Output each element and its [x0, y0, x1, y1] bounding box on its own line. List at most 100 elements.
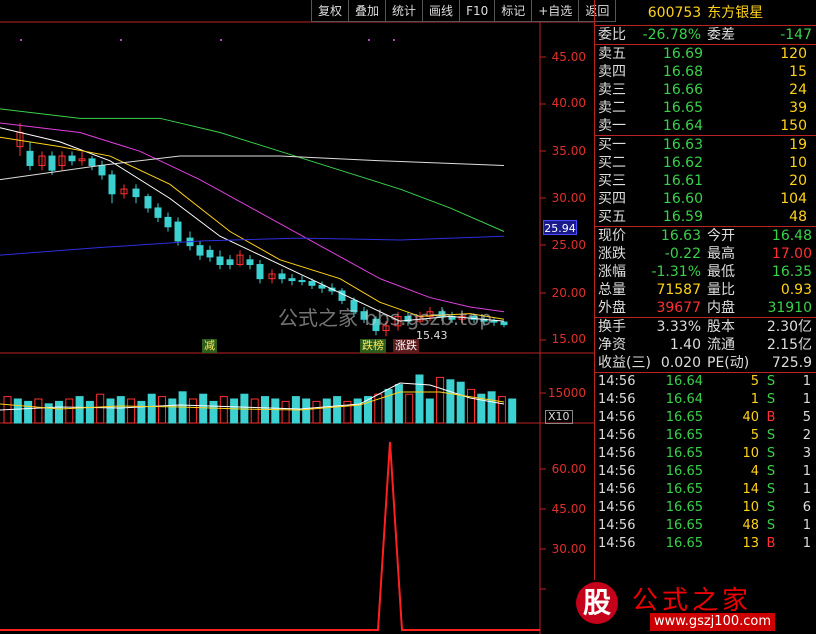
- bid-label: 买五: [598, 209, 626, 225]
- ask-volume: 120: [780, 46, 807, 62]
- candle-body: [174, 221, 182, 242]
- bid-row[interactable]: 买三 16.61 20: [595, 172, 816, 190]
- stat-label: 涨幅: [598, 264, 626, 280]
- volume-unit-badge: X10: [545, 410, 573, 424]
- stat-label: 今开: [707, 228, 735, 244]
- price-axis-tick: 20.00: [551, 286, 586, 300]
- indicator-line: [0, 441, 540, 631]
- change-value: -0.22: [664, 246, 701, 262]
- ask-row[interactable]: 卖三 16.66 24: [595, 81, 816, 99]
- tick-count: 3: [802, 446, 811, 461]
- candle-body: [298, 280, 306, 283]
- volume-bar: [467, 388, 475, 424]
- indicator-axis-tick: 60.00: [551, 462, 586, 476]
- volume-bar: [446, 379, 455, 424]
- tick-count: 1: [802, 482, 811, 497]
- tick-count: 1: [802, 518, 811, 533]
- draw-line-button[interactable]: 画线: [423, 0, 461, 22]
- bid-row[interactable]: 买五 16.59 48: [595, 208, 816, 226]
- change-percent-value: -1.31%: [651, 264, 701, 280]
- quote-panel: 600753 东方银星 委比 -26.78% 委差 -147 卖五 16.69 12…: [594, 0, 816, 634]
- bid-price: 16.63: [662, 137, 703, 153]
- ask-row[interactable]: 卖一 16.64 150: [595, 117, 816, 135]
- kline-chart-area[interactable]: 复权 叠加 统计 画线 F10 标记 +自选 返回 45.00 40.00 35…: [0, 0, 617, 634]
- stats2-list: 换手 3.33% 股本 2.30亿 净资 1.40 流通 2.15亿 收益(三) 0.020 P…: [595, 318, 816, 372]
- volume-ratio-value: 0.93: [780, 282, 812, 298]
- volume-bar: [75, 396, 84, 424]
- volume-bar: [415, 374, 424, 424]
- volume-bar: [456, 381, 465, 424]
- tick-time: 14:56: [598, 500, 636, 515]
- ask-list: 卖五 16.69 120 卖四 16.68 15 卖三 16.66 24 卖二 16.65 39…: [595, 45, 816, 135]
- tick-side: S: [766, 500, 776, 515]
- tick-count: 1: [802, 464, 811, 479]
- volume-bar: [65, 398, 74, 424]
- stats-row: 涨跌 -0.22 最高 17.00: [595, 245, 816, 263]
- ask-volume: 39: [789, 100, 807, 116]
- bid-row[interactable]: 买二 16.62 10: [595, 154, 816, 172]
- f10-button[interactable]: F10: [460, 0, 496, 22]
- overlay-button[interactable]: 叠加: [349, 0, 387, 22]
- tick-side: S: [766, 482, 776, 497]
- tick-side: S: [766, 392, 776, 407]
- tick-time: 14:56: [598, 482, 636, 497]
- volume-bar: [127, 398, 136, 424]
- tick-count: 1: [802, 374, 811, 389]
- tick-time: 14:56: [598, 464, 636, 479]
- bid-price: 16.60: [662, 191, 703, 207]
- volume-bar: [24, 400, 33, 424]
- stats-row: 净资 1.40 流通 2.15亿: [595, 336, 816, 354]
- tick-volume: 10: [742, 446, 759, 461]
- tick-volume: 1: [750, 392, 759, 407]
- tick-list[interactable]: 14:56 16.64 5 S 1 14:56 16.64 1 S 1 14:56 16.65 40 B 5…: [595, 373, 816, 553]
- ask-label: 卖三: [598, 82, 626, 98]
- volume-bar: [106, 398, 115, 424]
- mark-button[interactable]: 标记: [495, 0, 533, 22]
- ask-row[interactable]: 卖二 16.65 39: [595, 99, 816, 117]
- tick-row: 14:56 16.65 48 S 1: [595, 517, 816, 535]
- inner-volume-value: 31910: [767, 300, 812, 316]
- order-ratio-row: 委比 -26.78% 委差 -147: [595, 26, 816, 44]
- price-axis-tick: 25.00: [551, 238, 586, 252]
- statistics-button[interactable]: 统计: [386, 0, 424, 22]
- volume-bar: [147, 393, 156, 424]
- order-diff-value: -147: [780, 27, 812, 43]
- ask-row[interactable]: 卖五 16.69 120: [595, 45, 816, 63]
- volume-bar: [230, 398, 239, 424]
- tick-row: 14:56 16.65 40 B 5: [595, 409, 816, 427]
- price-axis-tick: 30.00: [551, 191, 586, 205]
- event-mark-drop-list[interactable]: 跌榜: [360, 339, 386, 353]
- volume-bar: [302, 398, 311, 424]
- tick-volume: 5: [750, 428, 759, 443]
- tick-price: 16.65: [665, 446, 703, 461]
- ask-volume: 15: [789, 64, 807, 80]
- event-mark-reduce[interactable]: 减: [202, 339, 217, 353]
- tick-row: 14:56 16.65 10 S 3: [595, 445, 816, 463]
- bid-row[interactable]: 买四 16.60 104: [595, 190, 816, 208]
- bid-price: 16.61: [662, 173, 703, 189]
- tick-time: 14:56: [598, 446, 636, 461]
- signal-dot: [368, 39, 370, 41]
- tick-time: 14:56: [598, 392, 636, 407]
- volume-bar: [116, 396, 125, 424]
- tick-row: 14:56 16.65 13 B 1: [595, 535, 816, 553]
- restore-rights-button[interactable]: 复权: [312, 0, 350, 22]
- tick-count: 6: [802, 500, 811, 515]
- ma20-line: [0, 122, 505, 313]
- add-favorite-button[interactable]: +自选: [532, 0, 580, 22]
- stat-label: PE(动): [707, 355, 750, 371]
- volume-bar: [219, 396, 228, 424]
- tick-price: 16.65: [665, 482, 703, 497]
- tick-price: 16.65: [665, 410, 703, 425]
- candle-body: [164, 216, 172, 228]
- bid-row[interactable]: 买一 16.63 19: [595, 136, 816, 154]
- stat-label: 净资: [598, 337, 626, 353]
- volume-bar: [508, 398, 517, 424]
- ma5-line: [0, 127, 505, 322]
- tick-volume: 14: [742, 482, 759, 497]
- stats-row: 总量 71587 量比 0.93: [595, 281, 816, 299]
- price-axis-tick: 15.00: [551, 332, 586, 346]
- eps-value: 0.020: [660, 355, 701, 371]
- ask-row[interactable]: 卖四 16.68 15: [595, 63, 816, 81]
- tick-side: S: [766, 518, 776, 533]
